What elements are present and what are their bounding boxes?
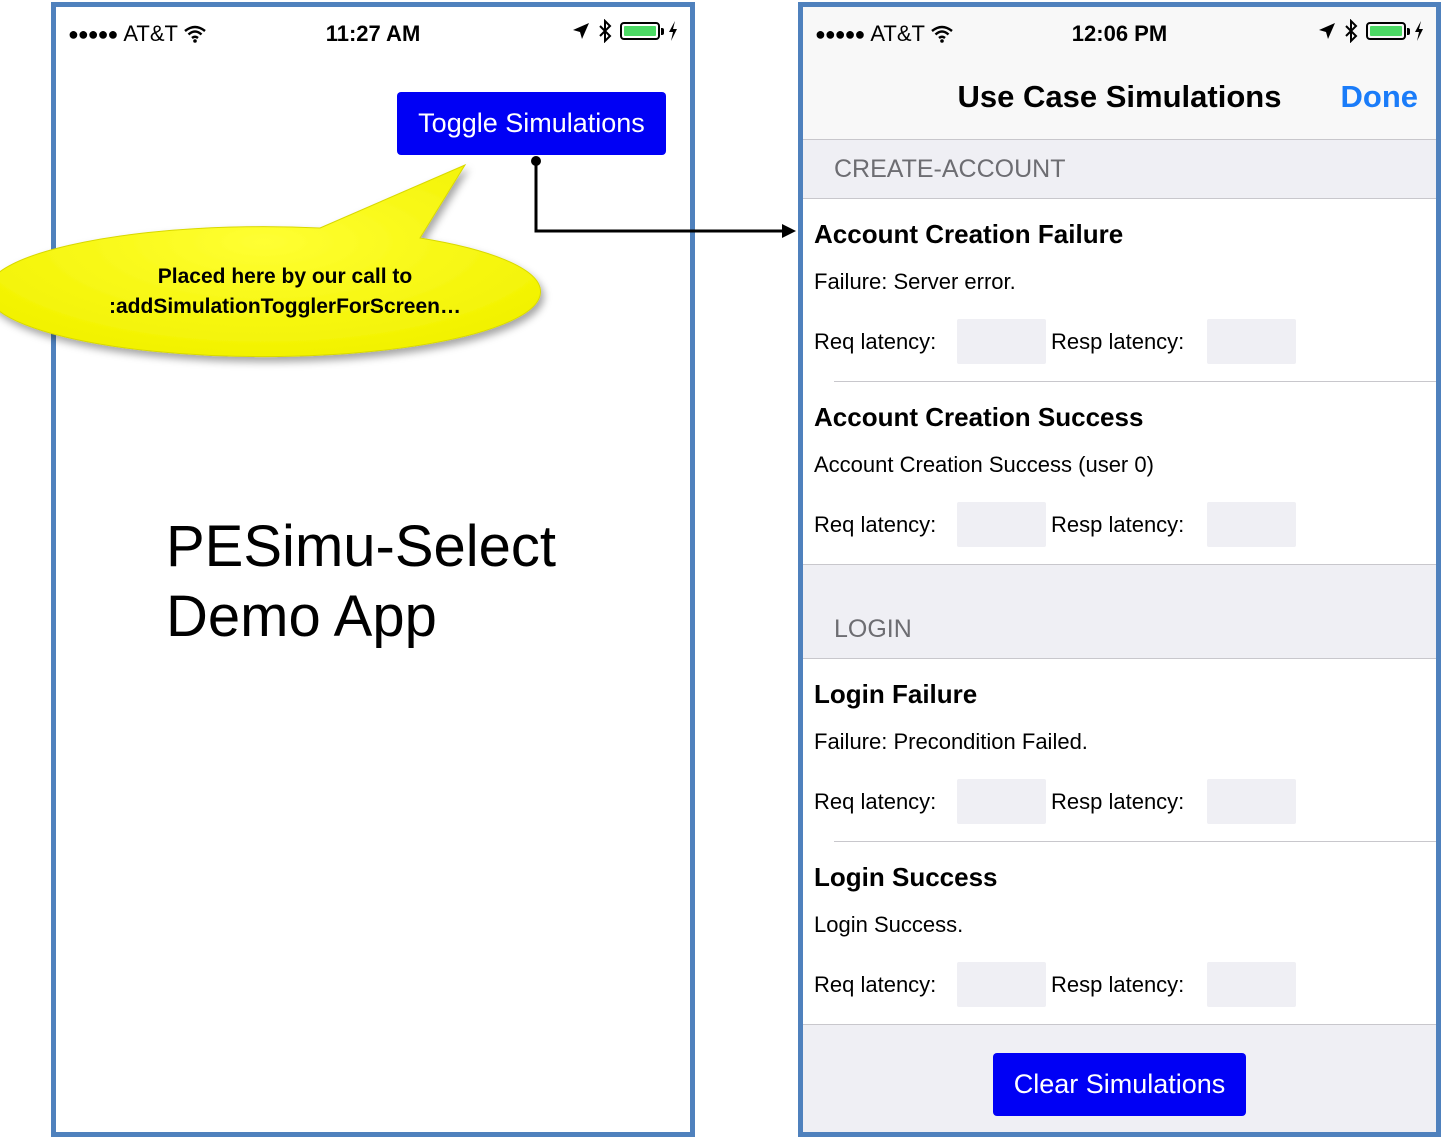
navigation-bar: Use Case Simulations Done [803, 59, 1436, 140]
resp-latency-label: Resp latency: [1051, 789, 1185, 814]
req-latency-field[interactable] [957, 779, 1046, 824]
callout-line1: Placed here by our call to [157, 265, 413, 288]
resp-latency-field[interactable] [1207, 962, 1296, 1007]
section-header-login: LOGIN [803, 565, 1436, 658]
footer: Clear Simulations [803, 1025, 1436, 1132]
app-title-line1: PESimu-Select [166, 514, 557, 579]
cell-title: Account Creation Failure [814, 219, 1124, 249]
cell-subtitle: Failure: Server error. [814, 269, 1016, 294]
simulation-cell[interactable]: Login Success Login Success. Req latency… [803, 842, 1436, 1024]
req-latency-field[interactable] [957, 319, 1046, 364]
resp-latency-label: Resp latency: [1051, 329, 1185, 354]
toggle-simulations-button[interactable]: Toggle Simulations [397, 92, 666, 155]
status-right-icons [572, 19, 678, 43]
req-latency-label: Req latency: [814, 329, 937, 354]
left-phone-screen: ●●●●● AT&T 11:27 AM Toggle Simulations P… [51, 2, 695, 1137]
cell-title: Login Failure [814, 679, 978, 709]
right-phone-screen: ●●●●● AT&T 12:06 PM Use Case Simulations… [798, 2, 1441, 1137]
req-latency-label: Req latency: [814, 972, 937, 997]
resp-latency-field[interactable] [1207, 319, 1296, 364]
cell-subtitle: Account Creation Success (user 0) [814, 452, 1154, 477]
done-button[interactable]: Done [1341, 79, 1419, 115]
resp-latency-label: Resp latency: [1051, 512, 1185, 537]
req-latency-field[interactable] [957, 962, 1046, 1007]
clear-simulations-button[interactable]: Clear Simulations [993, 1053, 1246, 1116]
req-latency-label: Req latency: [814, 512, 937, 537]
cell-subtitle: Login Success. [814, 912, 964, 937]
app-title-line2: Demo App [166, 584, 437, 649]
req-latency-field[interactable] [957, 502, 1046, 547]
battery-icon [1366, 22, 1410, 40]
resp-latency-label: Resp latency: [1051, 972, 1185, 997]
battery-icon [620, 22, 664, 40]
req-latency-label: Req latency: [814, 789, 937, 814]
status-right-icons [1318, 19, 1424, 43]
section-header-label: LOGIN [834, 615, 912, 643]
charging-bolt-icon [669, 21, 677, 41]
canvas: ●●●●● AT&T 11:27 AM Toggle Simulations P… [0, 0, 1443, 1139]
section-header-create-account: CREATE-ACCOUNT [803, 140, 1436, 198]
simulation-cell[interactable]: Account Creation Success Account Creatio… [803, 382, 1436, 564]
location-arrow-icon [573, 23, 589, 39]
location-arrow-icon [1319, 23, 1335, 39]
status-bar: ●●●●● AT&T 11:27 AM [56, 7, 690, 59]
bluetooth-icon [599, 19, 612, 43]
cell-subtitle: Failure: Precondition Failed. [814, 729, 1088, 754]
callout-text: Placed here by our call to :addSimulatio… [60, 262, 510, 322]
charging-bolt-icon [1415, 21, 1423, 41]
simulation-cell[interactable]: Account Creation Failure Failure: Server… [803, 199, 1436, 381]
resp-latency-field[interactable] [1207, 502, 1296, 547]
app-title: PESimu-Select Demo App [166, 512, 556, 652]
status-bar: ●●●●● AT&T 12:06 PM [803, 7, 1436, 59]
resp-latency-field[interactable] [1207, 779, 1296, 824]
bluetooth-icon [1345, 19, 1358, 43]
cell-title: Account Creation Success [814, 402, 1144, 432]
section-header-label: CREATE-ACCOUNT [834, 155, 1066, 183]
simulation-cell[interactable]: Login Failure Failure: Precondition Fail… [803, 659, 1436, 841]
cell-title: Login Success [814, 862, 998, 892]
callout-line2: :addSimulationTogglerForScreen… [109, 295, 461, 318]
